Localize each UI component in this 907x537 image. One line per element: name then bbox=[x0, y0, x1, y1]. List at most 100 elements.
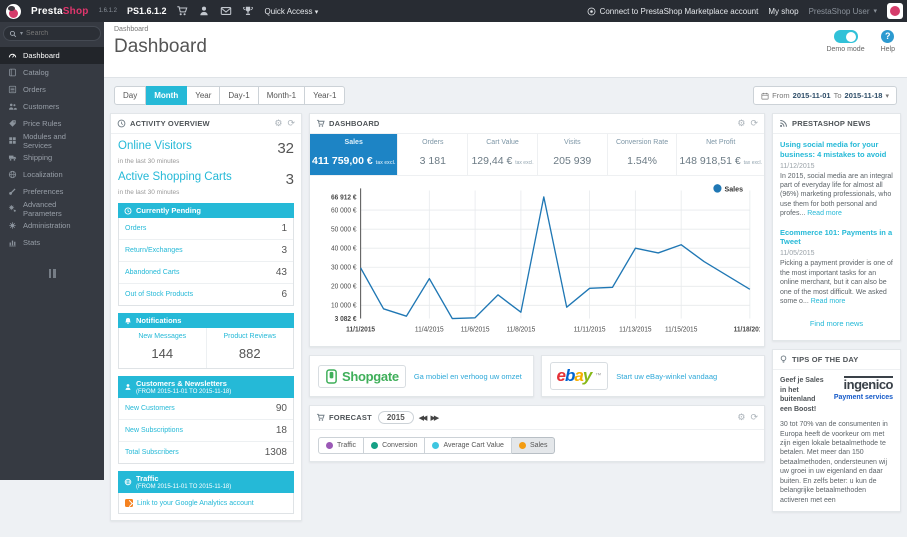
period-month-1-button[interactable]: Month-1 bbox=[258, 86, 306, 105]
read-more-link[interactable]: Read more bbox=[811, 298, 846, 305]
globe-icon bbox=[8, 170, 17, 179]
period-month-button[interactable]: Month bbox=[146, 86, 188, 105]
sidebar-item-preferences[interactable]: Preferences bbox=[0, 183, 104, 200]
shopgate-banner[interactable]: Shopgate Ga mobiel en verhoog uw omzet bbox=[309, 355, 534, 397]
panel-refresh-icon[interactable]: ⟳ bbox=[750, 413, 758, 422]
search-scope-caret[interactable]: ▾ bbox=[20, 30, 23, 37]
truck-icon bbox=[8, 153, 17, 162]
active-carts-stat[interactable]: Active Shopping Carts 3 bbox=[118, 171, 294, 188]
new-subscriptions-row[interactable]: New Subscriptions 18 bbox=[119, 420, 293, 442]
messages-icon[interactable] bbox=[220, 5, 232, 17]
search-input[interactable] bbox=[26, 30, 85, 37]
sidebar-item-localization[interactable]: Localization bbox=[0, 166, 104, 183]
pending-clock-icon bbox=[124, 207, 132, 215]
google-analytics-label: Link to your Google Analytics account bbox=[137, 499, 254, 507]
help-icon[interactable]: ? bbox=[881, 30, 895, 43]
sidebar-item-label: Orders bbox=[23, 85, 46, 94]
out-of-stock-row[interactable]: Out of Stock Products 6 bbox=[119, 284, 293, 305]
activity-panel-title: ACTIVITY OVERVIEW bbox=[130, 119, 210, 128]
legend-conversion-button[interactable]: Conversion bbox=[364, 437, 426, 454]
cart-icon[interactable] bbox=[176, 5, 188, 17]
sidebar-item-modules[interactable]: Modules and Services bbox=[0, 132, 104, 150]
panel-settings-icon[interactable]: ⚙ bbox=[274, 119, 282, 128]
pending-returns-row[interactable]: Return/Exchanges 3 bbox=[119, 240, 293, 262]
period-day-1-button[interactable]: Day-1 bbox=[220, 86, 259, 105]
brand-presta: Presta bbox=[31, 5, 63, 17]
news-article-title[interactable]: Using social media for your business: 4 … bbox=[780, 140, 893, 160]
dashboard-cart-icon bbox=[316, 119, 325, 128]
new-customers-row[interactable]: New Customers 90 bbox=[119, 398, 293, 420]
read-more-link[interactable]: Read more bbox=[807, 210, 842, 217]
forecast-prev-button[interactable]: ◀◀ bbox=[419, 414, 428, 422]
main-area: Dashboard Dashboard Demo mode ? Help Day… bbox=[104, 22, 907, 521]
wrench-icon bbox=[8, 187, 17, 196]
user-menu-label: PrestaShop User bbox=[808, 6, 870, 16]
gear-icon bbox=[8, 221, 17, 230]
bell-icon bbox=[124, 317, 132, 325]
sales-dot-icon bbox=[518, 442, 526, 449]
brand-shop: Shop bbox=[62, 5, 89, 17]
sidebar-item-price-rules[interactable]: Price Rules bbox=[0, 115, 104, 132]
user-menu[interactable]: PrestaShop User ▾ bbox=[809, 7, 877, 16]
quick-access-menu[interactable]: Quick Access ▾ bbox=[264, 7, 318, 16]
legend-sales-button[interactable]: Sales bbox=[511, 437, 556, 454]
prestashop-logo[interactable] bbox=[6, 3, 21, 19]
trophy-icon[interactable] bbox=[242, 5, 254, 17]
sidebar-search[interactable]: ▾ bbox=[3, 26, 101, 41]
kpi-sales[interactable]: Sales 411 759,00 € tax excl. bbox=[310, 134, 399, 175]
kpi-visits[interactable]: Visits 205 939 bbox=[538, 134, 608, 175]
forecast-next-button[interactable]: ▶▶ bbox=[430, 414, 439, 422]
sales-chart[interactable]: 11/1/2015 11/4/2015 11/6/2015 11/8/2015 11/1… bbox=[310, 176, 766, 346]
marketplace-link[interactable]: Connect to PrestaShop Marketplace accoun… bbox=[587, 7, 758, 16]
period-day-button[interactable]: Day bbox=[114, 86, 147, 105]
online-visitors-stat[interactable]: Online Visitors 32 bbox=[118, 140, 294, 157]
sidebar-item-shipping[interactable]: Shipping bbox=[0, 149, 104, 166]
sidebar-item-advanced-parameters[interactable]: Advanced Parameters bbox=[0, 200, 104, 218]
my-shop-link[interactable]: My shop bbox=[768, 7, 798, 16]
news-article-title[interactable]: Ecommerce 101: Payments in a Tweet bbox=[780, 228, 893, 248]
kpi-cart-value[interactable]: Cart Value 129,44 € tax excl. bbox=[468, 134, 538, 175]
panel-refresh-icon[interactable]: ⟳ bbox=[287, 119, 295, 128]
period-year-1-button[interactable]: Year-1 bbox=[305, 86, 346, 105]
panel-settings-icon[interactable]: ⚙ bbox=[737, 119, 745, 128]
sidebar-item-label: Administration bbox=[23, 221, 71, 230]
panel-refresh-icon[interactable]: ⟳ bbox=[750, 119, 758, 128]
user-icon bbox=[124, 383, 132, 391]
legend-average-cart-value-button[interactable]: Average Cart Value bbox=[425, 437, 512, 454]
shop-code-link[interactable]: PS1.6.1.2 bbox=[127, 6, 167, 16]
book-icon bbox=[8, 68, 17, 77]
kpi-orders[interactable]: Orders 3 181 bbox=[398, 134, 469, 175]
bar-chart-icon bbox=[8, 238, 17, 247]
panel-settings-icon[interactable]: ⚙ bbox=[737, 413, 745, 422]
user-avatar[interactable] bbox=[887, 3, 903, 19]
sidebar-collapse-button[interactable] bbox=[47, 269, 57, 278]
customer-icon[interactable] bbox=[198, 5, 210, 17]
find-more-news-link[interactable]: Find more news bbox=[780, 315, 893, 334]
sidebar-item-administration[interactable]: Administration bbox=[0, 217, 104, 234]
sidebar-item-customers[interactable]: Customers bbox=[0, 98, 104, 115]
period-year-button[interactable]: Year bbox=[187, 86, 221, 105]
kpi-net-profit[interactable]: Net Profit 148 918,51 € tax excl. bbox=[677, 134, 764, 175]
ebay-link[interactable]: Start uw eBay-winkel vandaag bbox=[616, 372, 717, 381]
legend-traffic-button[interactable]: Traffic bbox=[318, 437, 365, 454]
sidebar-item-orders[interactable]: Orders bbox=[0, 81, 104, 98]
traffic-dot-icon bbox=[326, 442, 333, 449]
sidebar-item-catalog[interactable]: Catalog bbox=[0, 64, 104, 81]
page-title: Dashboard bbox=[114, 36, 207, 57]
active-carts-value: 3 bbox=[285, 171, 294, 188]
google-analytics-link[interactable]: Link to your Google Analytics account bbox=[118, 493, 294, 514]
new-messages-stat[interactable]: New Messages 144 bbox=[119, 328, 206, 368]
demo-mode-toggle[interactable] bbox=[833, 30, 858, 43]
kpi-conversion-rate[interactable]: Conversion Rate 1.54% bbox=[608, 134, 678, 175]
shopgate-link[interactable]: Ga mobiel en verhoog uw omzet bbox=[414, 372, 522, 381]
svg-text:60 000 €: 60 000 € bbox=[331, 207, 357, 214]
abandoned-carts-row[interactable]: Abandoned Carts 43 bbox=[119, 262, 293, 284]
pending-orders-row[interactable]: Orders 1 bbox=[119, 218, 293, 240]
ebay-banner[interactable]: ebay ™ Start uw eBay-winkel vandaag bbox=[540, 355, 765, 397]
total-subscribers-row[interactable]: Total Subscribers 1308 bbox=[119, 442, 293, 463]
product-reviews-stat[interactable]: Product Reviews 882 bbox=[205, 328, 294, 368]
date-range-picker[interactable]: From 2015-11-01 To 2015-11-18 ▾ bbox=[753, 86, 897, 105]
sidebar-item-dashboard[interactable]: Dashboard bbox=[0, 47, 104, 64]
forecast-year-pill[interactable]: 2015 bbox=[377, 411, 414, 424]
sidebar-item-stats[interactable]: Stats bbox=[0, 234, 104, 251]
